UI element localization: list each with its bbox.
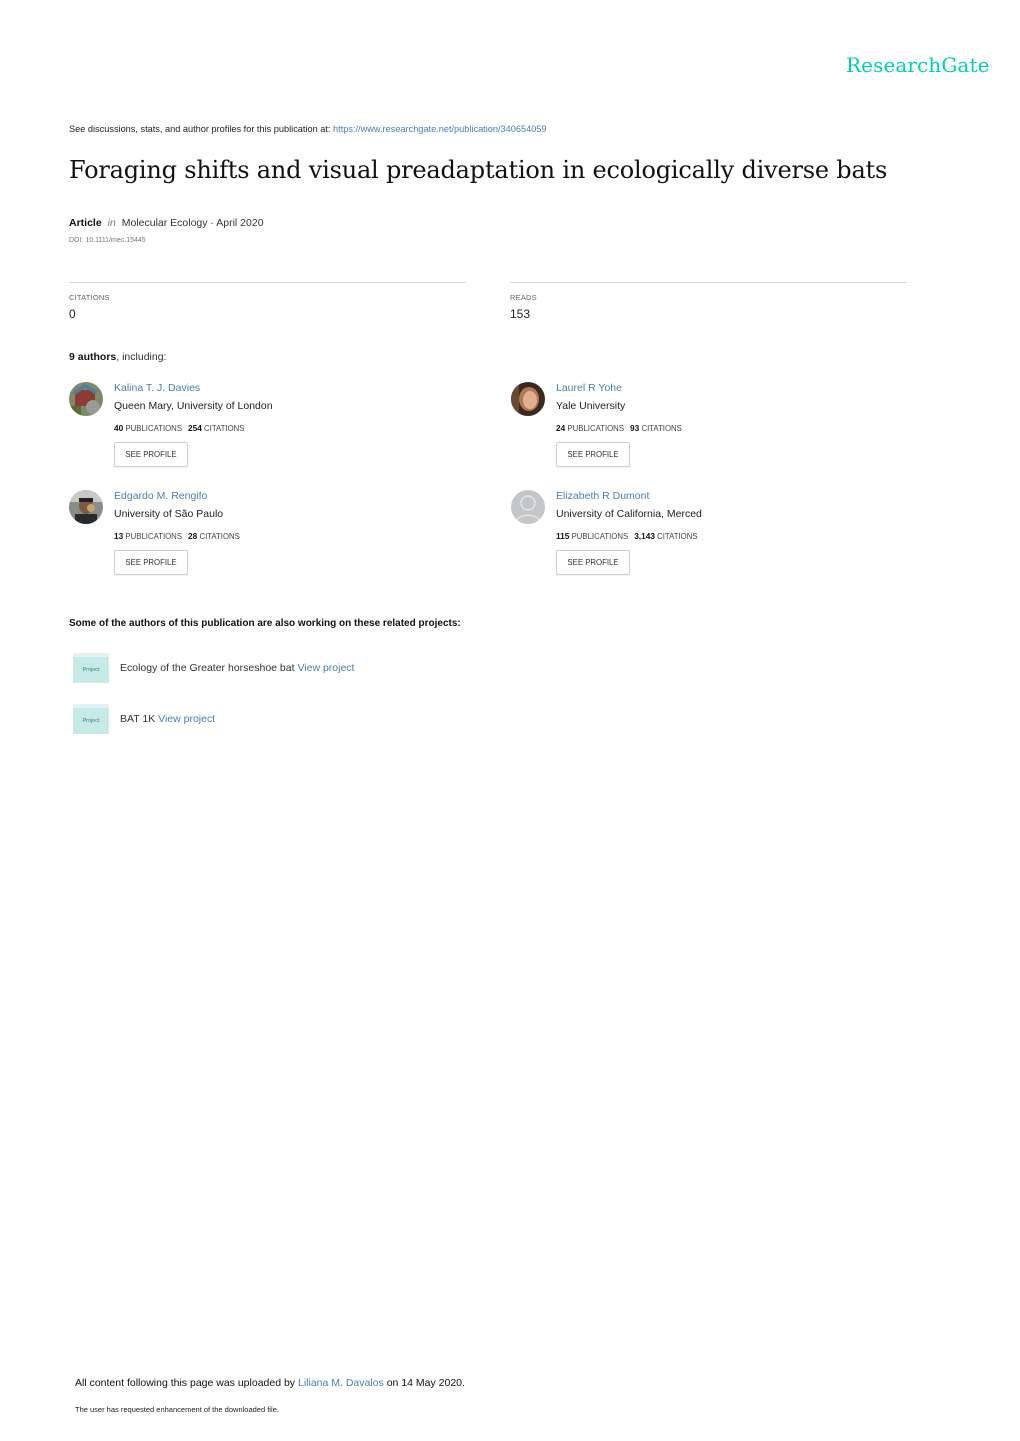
project-item: Project BAT 1K View project (73, 704, 573, 736)
authors-count: 9 authors, including: (69, 351, 166, 363)
author-avatar[interactable] (511, 382, 545, 416)
publications-label: PUBLICATIONS (125, 532, 183, 541)
researchgate-logo[interactable]: ResearchGate (846, 53, 990, 77)
publications-count: 24 (556, 423, 566, 433)
see-profile-button[interactable]: SEE PROFILE (556, 442, 630, 467)
authors-count-bold: 9 authors (69, 351, 117, 363)
see-discussions-text: See discussions, stats, and author profi… (69, 124, 334, 134)
project-icon-label: Project (73, 708, 109, 734)
upload-prefix: All content following this page was uplo… (75, 1377, 298, 1389)
author-institution: University of São Paulo (114, 508, 224, 520)
author-name-link[interactable]: Elizabeth R Dumont (556, 490, 649, 502)
project-item: Project Ecology of the Greater horseshoe… (73, 653, 573, 685)
publication-meta: Article in Molecular Ecology · April 202… (69, 217, 264, 229)
publication-url-link[interactable]: https://www.researchgate.net/publication… (333, 124, 547, 134)
project-icon-label: Project (73, 657, 109, 683)
uploader-link[interactable]: Liliana M. Davalos (298, 1377, 384, 1389)
author-card: Laurel R Yohe Yale University 24 PUBLICA… (511, 382, 911, 482)
author-institution: Queen Mary, University of London (114, 400, 273, 412)
publication-title: Foraging shifts and visual preadaptation… (69, 156, 888, 184)
citations-label: CITATIONS (69, 293, 110, 302)
citations-count: 93 (630, 423, 640, 433)
citations-value: 0 (69, 307, 76, 321)
see-profile-button[interactable]: SEE PROFILE (114, 550, 188, 575)
author-stats: 13 PUBLICATIONS 28 CITATIONS (114, 531, 240, 541)
author-name-link[interactable]: Edgardo M. Rengifo (114, 490, 207, 502)
publications-count: 13 (114, 531, 124, 541)
publications-label: PUBLICATIONS (567, 424, 625, 433)
citations-label: CITATIONS (641, 424, 682, 433)
author-avatar[interactable] (69, 490, 103, 524)
author-avatar[interactable] (69, 382, 103, 416)
enhancement-note: The user has requested enhancement of th… (75, 1405, 279, 1414)
see-discussions-line: See discussions, stats, and author profi… (69, 124, 547, 134)
project-text: BAT 1K View project (120, 713, 215, 725)
author-name-link[interactable]: Kalina T. J. Davies (114, 382, 200, 394)
project-folder-icon: Project (73, 704, 109, 734)
publication-type: Article (69, 217, 102, 229)
project-name: BAT 1K (120, 713, 156, 725)
upload-info: All content following this page was uplo… (75, 1377, 465, 1389)
in-word: in (107, 217, 116, 229)
reads-label: READS (510, 293, 537, 302)
author-stats: 24 PUBLICATIONS 93 CITATIONS (556, 423, 682, 433)
project-text: Ecology of the Greater horseshoe bat Vie… (120, 662, 354, 674)
authors-count-rest: , including: (116, 351, 167, 363)
citations-label: CITATIONS (204, 424, 245, 433)
author-card: Kalina T. J. Davies Queen Mary, Universi… (69, 382, 469, 482)
reads-value: 153 (510, 307, 531, 321)
doi: DOI: 10.1111/mec.15445 (69, 237, 146, 244)
view-project-link[interactable]: View project (297, 662, 354, 674)
placeholder-user-icon[interactable] (511, 490, 545, 524)
author-stats: 40 PUBLICATIONS 254 CITATIONS (114, 423, 244, 433)
journal-date: Molecular Ecology · April 2020 (121, 217, 264, 229)
divider-reads (510, 282, 907, 283)
author-name-link[interactable]: Laurel R Yohe (556, 382, 622, 394)
publications-label: PUBLICATIONS (571, 532, 629, 541)
publications-label: PUBLICATIONS (125, 424, 183, 433)
author-card: Elizabeth R Dumont University of Califor… (511, 490, 911, 590)
citations-count: 28 (188, 531, 198, 541)
citations-label: CITATIONS (657, 532, 698, 541)
divider-citations (69, 282, 466, 283)
author-institution: Yale University (556, 400, 626, 412)
upload-suffix: on 14 May 2020. (383, 1377, 465, 1389)
citations-count: 3,143 (634, 531, 655, 541)
publications-count: 40 (114, 423, 124, 433)
author-card: Edgardo M. Rengifo University of São Pau… (69, 490, 469, 590)
see-profile-button[interactable]: SEE PROFILE (556, 550, 630, 575)
author-institution: University of California, Merced (556, 508, 702, 520)
author-stats: 115 PUBLICATIONS 3,143 CITATIONS (556, 531, 698, 541)
project-folder-icon: Project (73, 653, 109, 683)
publications-count: 115 (556, 531, 570, 541)
related-projects-heading: Some of the authors of this publication … (69, 618, 461, 629)
citations-label: CITATIONS (199, 532, 240, 541)
view-project-link[interactable]: View project (158, 713, 215, 725)
project-name: Ecology of the Greater horseshoe bat (120, 662, 295, 674)
citations-count: 254 (188, 423, 202, 433)
see-profile-button[interactable]: SEE PROFILE (114, 442, 188, 467)
